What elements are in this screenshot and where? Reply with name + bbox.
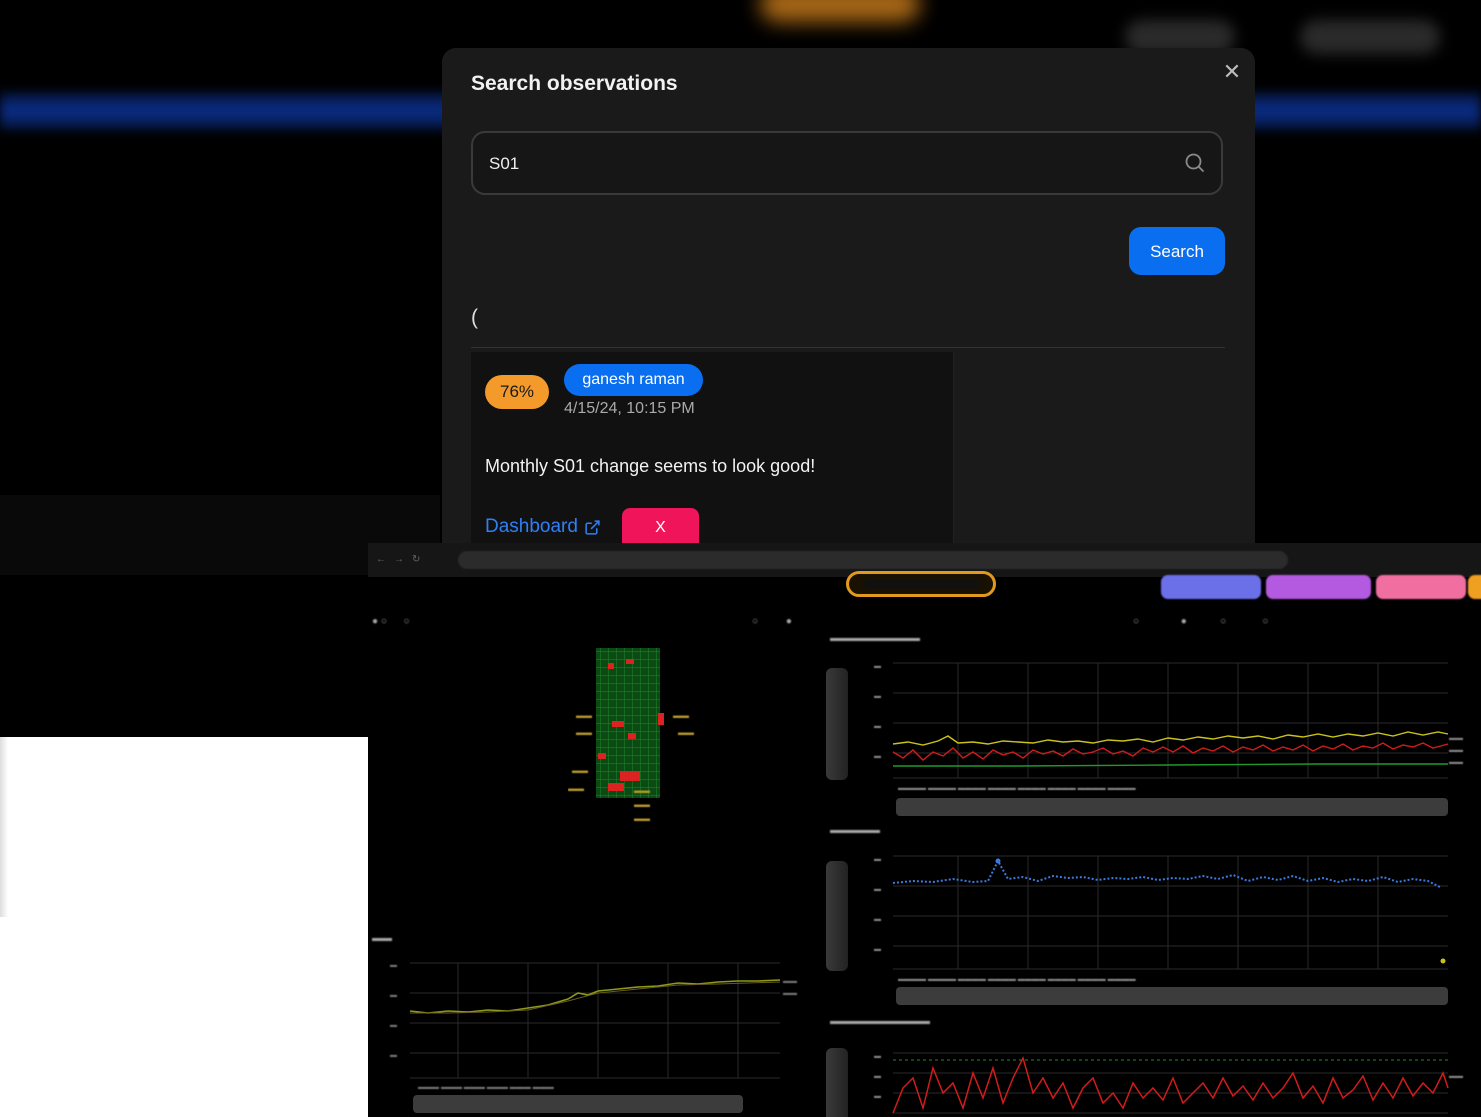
svg-text:▬▬: ▬▬ [1449,759,1463,766]
svg-text:▬: ▬ [390,992,397,999]
dashboard-screenshot: ←→↻ ● ○ ○ ○ ● ○ ● ○ ○ ▬▬ ▬▬ ▬▬ ▬▬ ▬▬ ▬▬ … [368,543,1481,1117]
water-level-side-slider [826,1048,848,1117]
svg-text:▬: ▬ [874,693,881,700]
close-icon[interactable]: ✕ [1220,60,1244,84]
svg-text:▬: ▬ [390,962,397,969]
structure-3d-model: ▬▬ ▬▬ ▬▬ ▬▬ ▬▬ ▬▬ ▬▬ ▬▬ ▬▬ [568,648,694,823]
svg-text:▬: ▬ [390,1022,397,1029]
rtd-chart: ▬▬▬▬ ▬▬▬▬ ▬▬▬ ▬▬▬ ▬▬▬ ▬▬▬ ▬▬▬ ▬▬▬ [390,962,797,1091]
interval-radio: ○ ● ○ ○ [1133,616,1269,627]
svg-text:▬: ▬ [874,723,881,730]
search-icon[interactable] [1183,151,1207,175]
log-out-button [1376,575,1466,599]
svg-text:▬: ▬ [874,1073,881,1080]
wireframe-solid-radio: ○ ● [752,616,792,627]
svg-text:▬: ▬ [874,946,881,953]
north-south-radio: ● ○ ○ [372,616,410,627]
background-logo-glow [760,0,920,22]
percent-badge: 76% [485,375,549,409]
extra-button [1468,575,1481,599]
divider [471,347,1225,348]
svg-text:▬▬: ▬▬ [783,990,797,997]
observation-timestamp: 4/15/24, 10:15 PM [564,400,695,417]
svg-text:▬▬: ▬▬ [576,728,592,737]
dashboard-link[interactable]: Dashboard [485,516,601,538]
chamber-water-level-chart-title: ▬▬▬▬▬▬▬▬▬▬ [830,1016,930,1027]
svg-text:▬▬: ▬▬ [1449,735,1463,742]
results-paren: ( [471,306,478,329]
observation-text: Monthly S01 change seems to look good! [485,456,816,476]
background-menu-pill [1300,20,1440,54]
svg-text:▬▬: ▬▬ [673,711,689,720]
svg-text:▬▬: ▬▬ [1449,747,1463,754]
strain-slope-chart-title: ▬▬▬▬▬ [830,825,880,836]
rtd-chart-title: ▬▬ [372,933,392,944]
svg-text:▬▬: ▬▬ [634,814,650,823]
search-observations-button [1266,575,1371,599]
observation-card: 76% ganesh raman 4/15/24, 10:15 PM Month… [471,352,954,548]
svg-text:▬▬: ▬▬ [678,728,694,737]
browser-url-bar [458,551,1288,569]
strain-slope-side-slider [826,861,848,971]
modal-title: Search observations [471,72,678,95]
record-observation-button [1161,575,1261,599]
strain-gauge-chart: ▬▬▬▬ ▬▬▬▬▬▬ ▬▬▬▬ ▬▬▬▬ ▬▬▬▬ ▬▬▬▬ ▬▬▬▬ ▬▬▬… [874,662,1463,792]
browser-nav-icons: ←→↻ [376,554,429,565]
svg-text:▬▬: ▬▬ [1449,1073,1463,1080]
svg-text:▬: ▬ [874,1093,881,1100]
strain-slope-chart: ▬ ▬ ▬ ▬ ▬▬▬▬ ▬▬▬▬ ▬▬▬▬ ▬▬▬▬ ▬▬▬▬ ▬▬▬▬ ▬▬▬▬ … [874,855,1448,983]
svg-text:▬: ▬ [874,916,881,923]
dashboard-logo [846,571,996,597]
strain-gauge-side-slider [826,668,848,780]
svg-text:▬▬: ▬▬ [634,800,650,809]
strain-slope-range-slider [896,987,1448,1005]
strain-gauge-chart-title: ▬▬▬▬▬▬▬▬▬ [830,633,920,644]
svg-text:▬: ▬ [874,1053,881,1060]
svg-text:▬: ▬ [874,856,881,863]
svg-text:▬▬: ▬▬ [572,766,588,775]
dashboard-link-label: Dashboard [485,516,578,537]
svg-text:▬▬: ▬▬ [634,786,650,795]
chamber-water-level-chart: ▬▬▬ ▬▬ [874,1052,1463,1114]
external-link-icon [585,519,600,535]
background-white-panel-edge [0,737,8,917]
svg-text:▬▬▬▬ ▬▬▬▬ ▬▬▬▬ ▬▬▬▬ ▬▬: ▬▬▬▬ ▬▬▬▬ ▬▬▬▬ ▬▬▬▬ ▬▬▬▬ ▬▬▬▬ ▬▬▬▬ ▬▬▬▬ [898,785,1136,792]
svg-text:▬▬: ▬▬ [568,784,584,793]
search-input[interactable] [487,133,1171,195]
svg-text:▬▬▬ ▬▬▬ ▬▬▬ ▬▬▬ ▬▬▬ ▬▬▬: ▬▬▬ ▬▬▬ ▬▬▬ ▬▬▬ ▬▬▬ ▬▬▬ [418,1084,554,1091]
background-white-panel [0,737,368,1117]
svg-text:▬▬▬▬ ▬▬▬▬ ▬▬▬▬ ▬▬▬▬ ▬▬: ▬▬▬▬ ▬▬▬▬ ▬▬▬▬ ▬▬▬▬ ▬▬▬▬ ▬▬▬▬ ▬▬▬▬ ▬▬▬▬ [898,976,1136,983]
svg-text:▬: ▬ [874,886,881,893]
svg-text:▬▬: ▬▬ [783,978,797,985]
svg-text:▬: ▬ [874,753,881,760]
remove-observation-button[interactable]: X [622,508,699,548]
svg-text:▬▬: ▬▬ [576,711,592,720]
search-button[interactable]: Search [1129,227,1225,275]
search-observations-modal: Search observations ✕ Search ( 76% ganes… [442,48,1255,548]
strain-gauge-range-slider [896,798,1448,816]
user-badge: ganesh raman [564,364,703,396]
search-field[interactable] [471,131,1223,195]
background-blurred-text [0,508,270,554]
svg-text:▬: ▬ [874,663,881,670]
svg-text:▬: ▬ [390,1052,397,1059]
rtd-chart-range-slider [413,1095,743,1113]
